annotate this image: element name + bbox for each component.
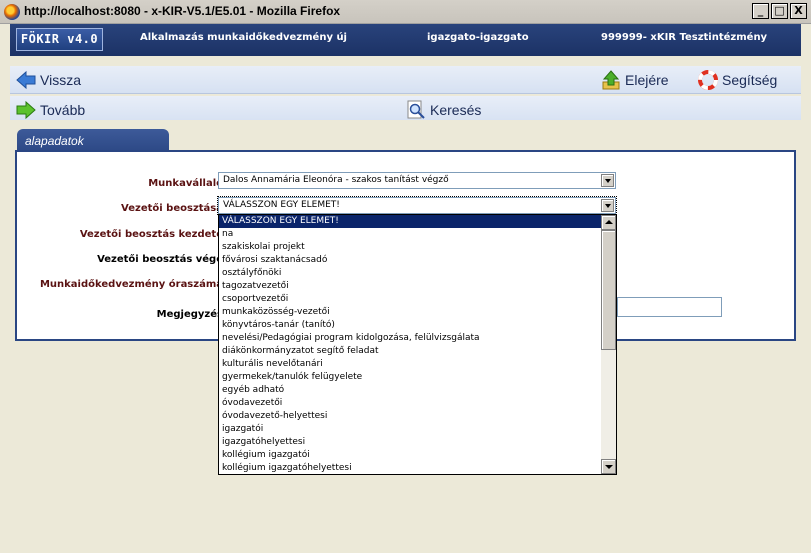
home-label: Elejére — [625, 72, 669, 88]
home-button[interactable]: Elejére — [601, 70, 669, 90]
notes-input[interactable] — [617, 297, 722, 317]
position-select-value: VÁLASSZON EGY ELEMET! — [223, 200, 340, 210]
firefox-icon — [4, 4, 20, 20]
scrollbar-thumb[interactable] — [601, 230, 616, 350]
dropdown-option[interactable]: kollégium igazgatói — [219, 449, 603, 462]
hours-label: Munkaidőkedvezmény óraszáma: — [39, 279, 227, 290]
scroll-down-icon[interactable] — [601, 459, 616, 474]
scroll-up-icon[interactable] — [601, 215, 616, 230]
help-label: Segítség — [722, 72, 778, 88]
dropdown-option[interactable]: fővárosi szaktanácsadó — [219, 254, 603, 267]
back-button[interactable]: Vissza — [16, 70, 81, 90]
window-titlebar: http://localhost:8080 - x-KIR-V5.1/E5.01… — [0, 0, 811, 24]
dropdown-option[interactable]: csoportvezetői — [219, 293, 603, 306]
dropdown-option[interactable]: osztályfőnöki — [219, 267, 603, 280]
top-arrow-icon — [602, 70, 620, 90]
employee-label: Munkavállaló: — [148, 178, 227, 189]
app-header: FÖKIR v4.0 Alkalmazás munkaidőkedvezmény… — [10, 24, 801, 56]
window-title: http://localhost:8080 - x-KIR-V5.1/E5.01… — [24, 4, 341, 18]
close-button[interactable]: X — [790, 3, 807, 19]
dropdown-option[interactable]: könyvtáros-tanár (tanító) — [219, 319, 603, 332]
dropdown-option[interactable]: óvodavezető-helyettesi — [219, 410, 603, 423]
dropdown-option[interactable]: VÁLASSZON EGY ELEMET! — [219, 215, 603, 228]
primary-toolbar: Vissza Elejére Segítség — [10, 66, 801, 94]
forward-arrow-icon — [16, 100, 36, 120]
employee-select-value: Dalos Annamária Eleonóra - szakos tanítá… — [223, 175, 449, 185]
dropdown-option[interactable]: kollégium igazgatóhelyettesi — [219, 462, 603, 474]
help-button[interactable]: Segítség — [698, 70, 777, 90]
dropdown-option[interactable]: óvodavezetői — [219, 397, 603, 410]
dropdown-option[interactable]: diákönkormányzatot segítő feladat — [219, 345, 603, 358]
dropdown-option[interactable]: kulturális nevelőtanári — [219, 358, 603, 371]
page-title: Alkalmazás munkaidőkedvezmény új — [140, 32, 347, 43]
window-controls: _ □ X — [752, 3, 807, 19]
chevron-down-icon[interactable] — [601, 174, 614, 187]
back-arrow-icon — [16, 70, 36, 90]
dropdown-option[interactable]: nevelési/Pedagógiai program kidolgozása,… — [219, 332, 603, 345]
notes-label: Megjegyzés: — [156, 309, 227, 320]
search-icon — [407, 100, 425, 119]
dropdown-option[interactable]: igazgatói — [219, 423, 603, 436]
minimize-button[interactable]: _ — [752, 3, 769, 19]
lifebuoy-icon — [698, 70, 718, 90]
dropdown-option[interactable]: munkaközösség-vezetői — [219, 306, 603, 319]
current-user: igazgato-igazgato — [427, 32, 529, 43]
employee-select[interactable]: Dalos Annamária Eleonóra - szakos tanítá… — [218, 172, 616, 189]
start-date-label: Vezetői beosztás kezdete: — [79, 229, 227, 240]
next-button[interactable]: Tovább — [16, 100, 85, 120]
back-label: Vissza — [40, 72, 81, 88]
dropdown-option[interactable]: gyermekek/tanulók felügyelete — [219, 371, 603, 384]
restore-button[interactable]: □ — [771, 3, 788, 19]
dropdown-scrollbar[interactable] — [601, 215, 616, 474]
position-label: Vezetői beosztása: — [121, 203, 227, 214]
search-label: Keresés — [430, 102, 482, 118]
dropdown-option[interactable]: szakiskolai projekt — [219, 241, 603, 254]
dropdown-option[interactable]: tagozatvezetői — [219, 280, 603, 293]
dropdown-option[interactable]: igazgatóhelyettesi — [219, 436, 603, 449]
position-dropdown-list[interactable]: VÁLASSZON EGY ELEMET! na szakiskolai proje… — [218, 214, 617, 475]
chevron-down-icon[interactable] — [601, 199, 614, 212]
end-date-label: Vezetői beosztás vége: — [97, 254, 227, 265]
dropdown-option[interactable]: egyéb adható — [219, 384, 603, 397]
institution-name: 999999- xKIR Tesztintézmény — [601, 32, 768, 43]
next-label: Tovább — [40, 102, 86, 118]
dropdown-options: VÁLASSZON EGY ELEMET! na szakiskolai proje… — [219, 215, 603, 474]
search-button[interactable]: Keresés — [406, 100, 481, 120]
dropdown-option[interactable]: na — [219, 228, 603, 241]
app-logo: FÖKIR v4.0 — [16, 28, 103, 51]
position-select[interactable]: VÁLASSZON EGY ELEMET! — [217, 196, 617, 215]
